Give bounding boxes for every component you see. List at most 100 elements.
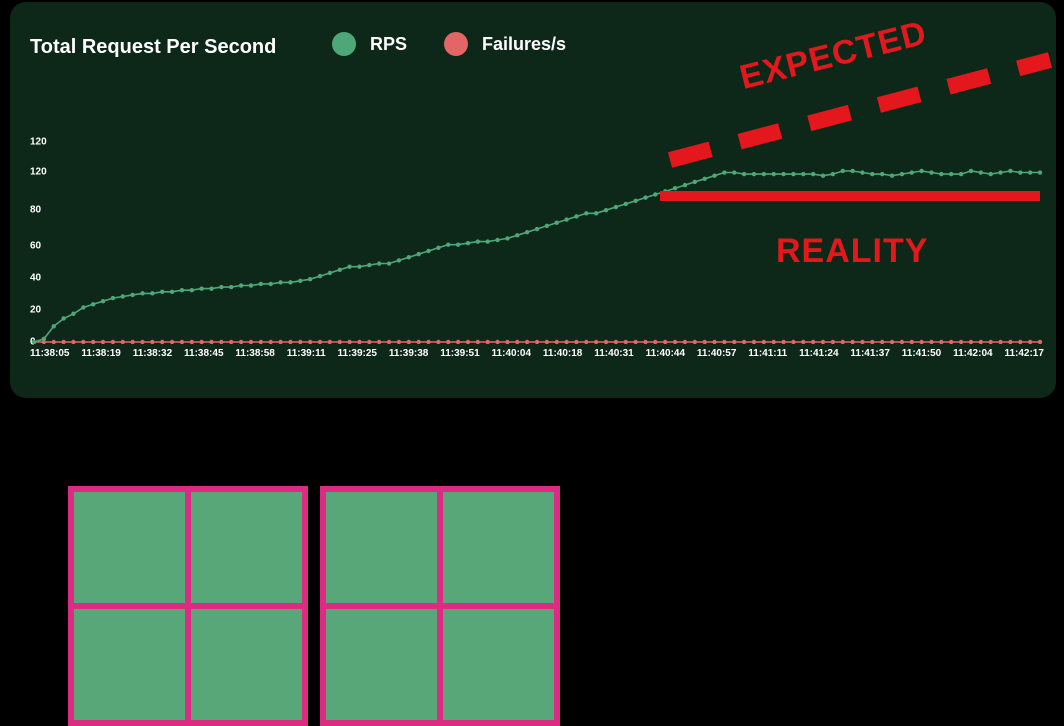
data-point	[988, 340, 992, 344]
data-point	[111, 296, 115, 300]
data-point	[801, 340, 805, 344]
data-point	[1028, 340, 1032, 344]
x-tick: 11:39:11	[287, 348, 326, 362]
data-point	[762, 340, 766, 344]
data-point	[949, 172, 953, 176]
data-point	[130, 340, 134, 344]
data-point	[436, 340, 440, 344]
data-point	[485, 239, 489, 243]
x-tick: 11:40:18	[543, 348, 582, 362]
data-point	[239, 283, 243, 287]
data-point	[42, 337, 46, 341]
server-core	[74, 609, 185, 720]
data-point	[446, 243, 450, 247]
data-point	[150, 340, 154, 344]
data-point	[831, 340, 835, 344]
data-point	[140, 291, 144, 295]
data-point	[298, 340, 302, 344]
data-point	[328, 340, 332, 344]
data-point	[712, 173, 716, 177]
data-point	[633, 340, 637, 344]
data-point	[821, 340, 825, 344]
x-tick: 11:41:11	[748, 348, 787, 362]
x-tick: 11:39:25	[338, 348, 377, 362]
data-point	[673, 340, 677, 344]
data-point	[939, 340, 943, 344]
data-point	[229, 340, 233, 344]
data-point	[318, 340, 322, 344]
expected-label: EXPECTED	[736, 14, 931, 98]
data-point	[850, 169, 854, 173]
data-point	[338, 268, 342, 272]
data-point	[485, 340, 489, 344]
data-point	[121, 340, 125, 344]
failures-swatch-icon	[444, 32, 468, 56]
data-point	[663, 189, 667, 193]
data-point	[693, 340, 697, 344]
data-point	[535, 227, 539, 231]
server-core	[443, 609, 554, 720]
x-tick: 11:38:58	[235, 348, 274, 362]
x-axis: 11:38:0511:38:1911:38:3211:38:4511:38:58…	[30, 348, 1044, 362]
data-point	[357, 264, 361, 268]
data-point	[900, 172, 904, 176]
server-core	[326, 609, 437, 720]
x-tick: 11:39:51	[440, 348, 479, 362]
data-point	[259, 282, 263, 286]
data-point	[160, 290, 164, 294]
data-point	[436, 246, 440, 250]
data-point	[702, 177, 706, 181]
data-point	[239, 340, 243, 344]
data-point	[495, 340, 499, 344]
data-point	[259, 340, 263, 344]
data-point	[555, 221, 559, 225]
data-point	[318, 274, 322, 278]
data-point	[722, 170, 726, 174]
data-point	[939, 172, 943, 176]
data-point	[52, 340, 56, 344]
data-point	[219, 285, 223, 289]
data-point	[407, 340, 411, 344]
data-point	[515, 340, 519, 344]
data-point	[387, 340, 391, 344]
data-point	[584, 211, 588, 215]
data-point	[81, 305, 85, 309]
data-point	[328, 271, 332, 275]
data-point	[476, 340, 480, 344]
data-point	[377, 261, 381, 265]
x-tick: 11:38:19	[81, 348, 120, 362]
data-point	[101, 340, 105, 344]
data-point	[614, 340, 618, 344]
server-core	[191, 492, 302, 603]
data-point	[71, 312, 75, 316]
data-point	[397, 258, 401, 262]
data-point	[347, 340, 351, 344]
legend-failures-label: Failures/s	[482, 34, 566, 55]
data-point	[298, 279, 302, 283]
data-point	[781, 172, 785, 176]
data-point	[821, 173, 825, 177]
data-point	[209, 340, 213, 344]
data-point	[919, 169, 923, 173]
data-point	[624, 340, 628, 344]
data-point	[890, 173, 894, 177]
data-point	[584, 340, 588, 344]
data-point	[949, 340, 953, 344]
data-point	[170, 340, 174, 344]
server-core	[443, 492, 554, 603]
data-point	[347, 264, 351, 268]
data-point	[180, 288, 184, 292]
chart-panel: Total Request Per Second RPS Failures/s …	[10, 2, 1056, 398]
x-tick: 11:38:45	[184, 348, 223, 362]
server-box	[320, 486, 560, 726]
data-point	[495, 238, 499, 242]
data-point	[850, 340, 854, 344]
x-tick: 11:42:04	[953, 348, 992, 362]
data-point	[880, 340, 884, 344]
data-point	[663, 340, 667, 344]
x-tick: 11:38:05	[30, 348, 69, 362]
data-point	[979, 340, 983, 344]
data-point	[81, 340, 85, 344]
data-point	[150, 291, 154, 295]
x-tick: 11:42:17	[1004, 348, 1043, 362]
